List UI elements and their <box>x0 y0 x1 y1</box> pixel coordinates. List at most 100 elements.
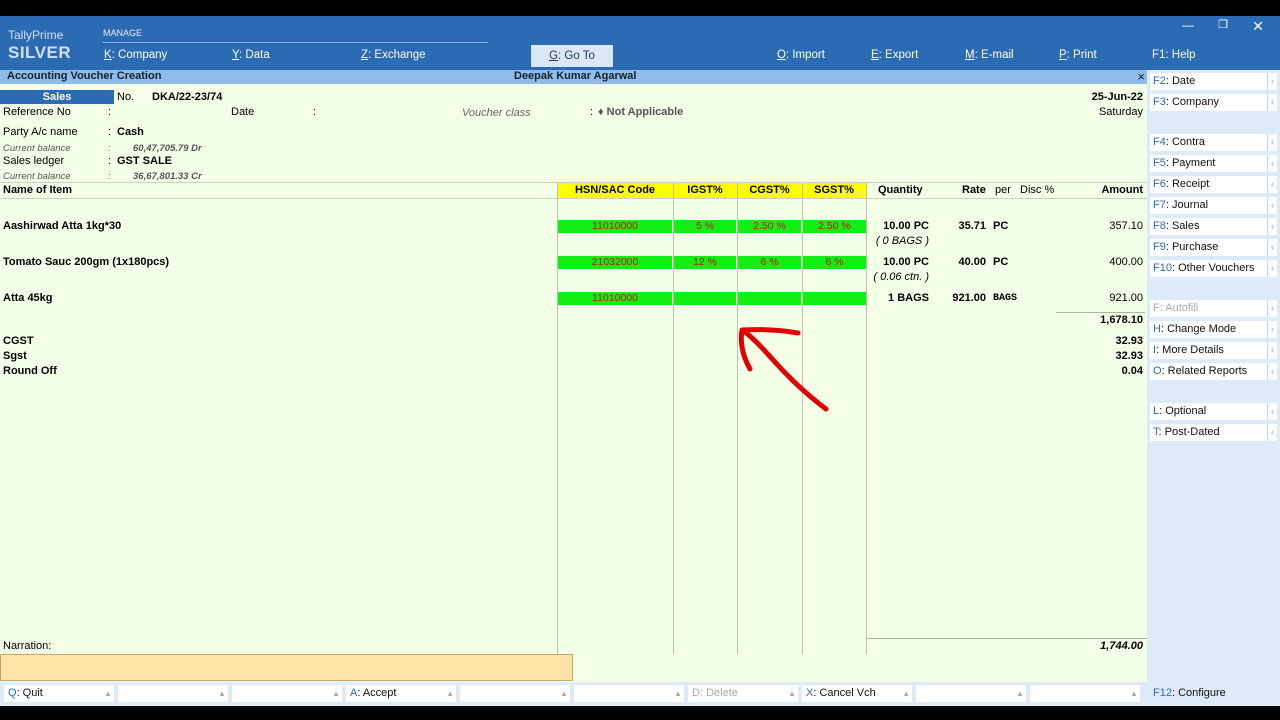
quantity[interactable]: 1 BAGS <box>868 292 929 304</box>
company-button[interactable]: F3: Company ‹ <box>1150 94 1277 111</box>
change-mode-button[interactable]: H: Change Mode ‹ <box>1150 321 1277 338</box>
menu-help[interactable]: F1: Help <box>1152 49 1195 61</box>
close-icon[interactable]: × <box>1137 69 1145 84</box>
accept-button[interactable]: A: Accept ▲ <box>346 685 456 702</box>
item-name[interactable]: Tomato Sauc 200gm (1x180pcs) <box>3 256 169 268</box>
sales-ledger[interactable]: GST SALE <box>117 155 172 167</box>
ledger-amount[interactable]: 32.93 <box>1115 335 1143 347</box>
quantity[interactable]: 10.00 PC <box>868 256 929 268</box>
per-unit[interactable]: PC <box>993 256 1008 268</box>
voucher-type[interactable]: Sales <box>0 90 114 104</box>
bottom-empty-button[interactable]: ▲ <box>232 685 342 702</box>
menu-export[interactable]: E: Export <box>871 49 918 61</box>
menu-exchange[interactable]: Z: Exchange <box>361 49 426 61</box>
col-header-disc: Disc % <box>1020 184 1055 196</box>
menu-print[interactable]: P: Print <box>1059 49 1097 61</box>
igst-field[interactable]: 5 % <box>674 220 736 233</box>
menu-import[interactable]: O: Import <box>777 49 825 61</box>
cgst-field[interactable]: 6 % <box>738 256 801 269</box>
total-line <box>866 638 1147 639</box>
ledger-name[interactable]: CGST <box>3 335 34 347</box>
contra-button[interactable]: F4: Contra ‹ <box>1150 134 1277 151</box>
configure-button[interactable]: F12: Configure <box>1150 685 1277 702</box>
alt-quantity: ( 0.06 ctn. ) <box>873 271 929 283</box>
menu-company[interactable]: K: Company <box>104 49 167 61</box>
col-header-per: per <box>995 184 1011 196</box>
col-header-item: Name of Item <box>3 184 73 196</box>
receipt-button[interactable]: F6: Receipt ‹ <box>1150 176 1277 193</box>
amount[interactable]: 357.10 <box>1109 220 1143 232</box>
right-button-panel: F2: Date ‹ F3: Company ‹ F4: Contra ‹ F5: P… <box>1147 70 1280 706</box>
item-name[interactable]: Aashirwad Atta 1kg*30 <box>3 220 121 232</box>
col-header-cgst: CGST% <box>737 183 802 198</box>
grand-total: 1,744.00 <box>1100 640 1143 652</box>
hsn-field[interactable]: 21032000 <box>558 256 672 269</box>
menu-email[interactable]: M: E-mail <box>965 49 1014 61</box>
party-balance-label: Current balance <box>3 143 71 154</box>
rate[interactable]: 35.71 <box>940 220 986 232</box>
igst-field[interactable]: 12 % <box>674 256 736 269</box>
col-divider <box>802 183 803 654</box>
amount[interactable]: 921.00 <box>1109 292 1143 304</box>
autofill-button[interactable]: F: Autofill ‹ <box>1150 300 1277 317</box>
ledger-name[interactable]: Sgst <box>3 350 27 362</box>
bottom-button-bar: Q: Quit ▲ ▲ ▲ A: Accept ▲ ▲ ▲ D: Delete ▲ X… <box>0 682 1147 706</box>
tally-window: TallyPrime SILVER MANAGE K: Company Y: D… <box>0 16 1280 706</box>
post-dated-button[interactable]: T: Post-Dated ‹ <box>1150 424 1277 441</box>
sgst-field[interactable] <box>803 292 866 305</box>
col-header-hsn: HSN/SAC Code <box>557 183 673 198</box>
voucher-date[interactable]: 25-Jun-22 <box>1092 91 1143 103</box>
bottom-empty-button[interactable]: ▲ <box>1030 685 1140 702</box>
sgst-field[interactable]: 6 % <box>803 256 866 269</box>
related-reports-button[interactable]: O: Related Reports ‹ <box>1150 363 1277 380</box>
cgst-field[interactable]: 2.50 % <box>738 220 801 233</box>
sales-button[interactable]: F8: Sales ‹ <box>1150 218 1277 235</box>
subtotal: 1,678.10 <box>1100 314 1143 326</box>
quantity[interactable]: 10.00 PC <box>868 220 929 232</box>
menu-data[interactable]: Y: Data <box>232 49 270 61</box>
rate[interactable]: 921.00 <box>935 292 986 304</box>
per-unit[interactable]: PC <box>993 220 1008 232</box>
ledger-balance: 36,67,801.33 Cr <box>133 171 202 182</box>
close-window-icon[interactable]: ✕ <box>1248 18 1268 35</box>
bottom-empty-button[interactable]: ▲ <box>916 685 1026 702</box>
party-colon: : <box>108 126 112 138</box>
quit-button[interactable]: Q: Quit ▲ <box>4 685 114 702</box>
cancel-voucher-button[interactable]: X: Cancel Vch ▲ <box>802 685 912 702</box>
delete-button[interactable]: D: Delete ▲ <box>688 685 798 702</box>
journal-button[interactable]: F7: Journal ‹ <box>1150 197 1277 214</box>
voucher-class-value[interactable]: ♦ Not Applicable <box>598 106 683 118</box>
ledger-balance-label: Current balance <box>3 171 71 182</box>
sales-ledger-label: Sales ledger <box>3 155 65 167</box>
optional-button[interactable]: L: Optional ‹ <box>1150 403 1277 420</box>
sgst-field[interactable]: 2.50 % <box>803 220 866 233</box>
more-details-button[interactable]: I: More Details ‹ <box>1150 342 1277 359</box>
payment-button[interactable]: F5: Payment ‹ <box>1150 155 1277 172</box>
other-vouchers-button[interactable]: F10: Other Vouchers ‹ <box>1150 260 1277 277</box>
voucher-day: Saturday <box>1098 106 1143 118</box>
bottom-empty-button[interactable]: ▲ <box>460 685 570 702</box>
amount[interactable]: 400.00 <box>1109 256 1143 268</box>
date-button[interactable]: F2: Date ‹ <box>1150 73 1277 90</box>
bottom-empty-button[interactable]: ▲ <box>574 685 684 702</box>
minimize-icon[interactable]: — <box>1178 18 1198 32</box>
narration-input[interactable] <box>0 654 573 681</box>
igst-field[interactable] <box>674 292 736 305</box>
per-unit[interactable]: BAGS <box>993 293 1017 304</box>
hsn-field[interactable]: 11010000 <box>558 220 672 233</box>
ledger-amount[interactable]: 0.04 <box>1122 365 1143 377</box>
purchase-button[interactable]: F9: Purchase ‹ <box>1150 239 1277 256</box>
bottom-empty-button[interactable]: ▲ <box>118 685 228 702</box>
party-name[interactable]: Cash <box>117 126 144 138</box>
manage-divider <box>103 42 488 43</box>
item-name[interactable]: Atta 45kg <box>3 292 53 304</box>
restore-icon[interactable]: ❐ <box>1213 18 1233 31</box>
voucher-no[interactable]: DKA/22-23/74 <box>152 91 222 103</box>
ledger-amount[interactable]: 32.93 <box>1115 350 1143 362</box>
ledger-name[interactable]: Round Off <box>3 365 57 377</box>
menu-goto[interactable]: G: Go To <box>531 45 613 67</box>
cgst-field[interactable] <box>738 292 801 305</box>
hsn-field[interactable]: 11010000 <box>558 292 672 305</box>
voucher-class-colon: : <box>590 106 594 118</box>
rate[interactable]: 40.00 <box>940 256 986 268</box>
